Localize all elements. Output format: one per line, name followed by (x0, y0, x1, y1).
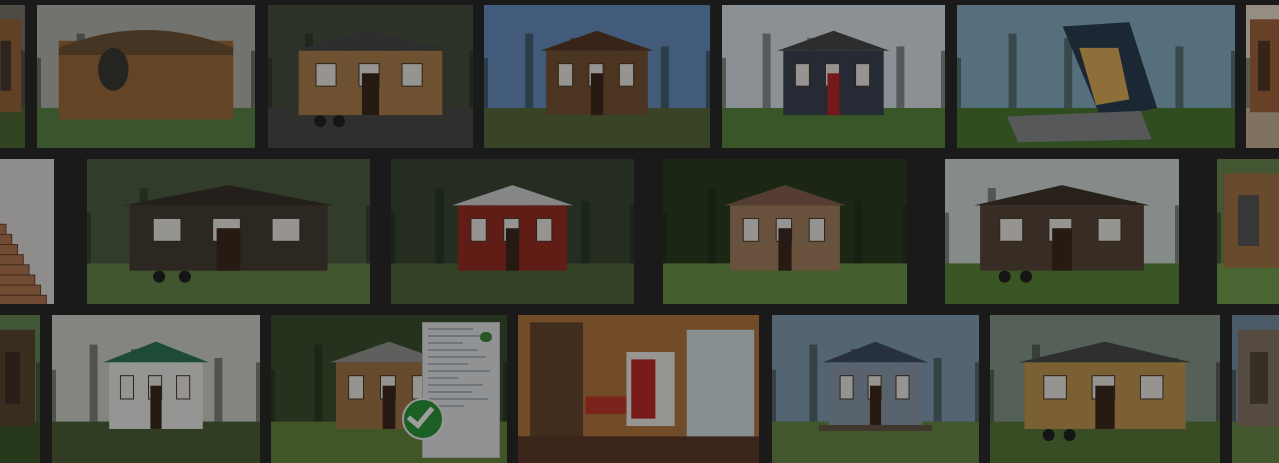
image-thumbnail[interactable] (484, 5, 710, 148)
image-thumbnail[interactable] (990, 315, 1220, 463)
image-thumbnail[interactable] (37, 5, 255, 148)
image-thumbnail[interactable] (518, 315, 759, 463)
image-thumbnail[interactable] (663, 159, 907, 304)
image-thumbnail[interactable] (957, 5, 1235, 148)
image-thumbnail[interactable] (268, 5, 473, 148)
image-thumbnail[interactable] (391, 159, 634, 304)
image-thumbnail[interactable] (1217, 159, 1279, 304)
image-thumbnail[interactable] (0, 5, 25, 148)
image-thumbnail[interactable] (0, 159, 54, 304)
image-thumbnail[interactable] (722, 5, 945, 148)
image-thumbnail[interactable] (1232, 315, 1279, 463)
document-thumbnail (422, 322, 500, 458)
image-thumbnail[interactable] (945, 159, 1179, 304)
image-thumbnail[interactable] (1246, 5, 1279, 148)
image-thumbnail[interactable] (52, 315, 260, 463)
check-circle-icon[interactable] (402, 398, 444, 440)
image-thumbnail[interactable] (0, 315, 40, 463)
image-thumbnail[interactable] (87, 159, 370, 304)
leaf-icon (480, 332, 492, 342)
image-thumbnail[interactable] (772, 315, 979, 463)
